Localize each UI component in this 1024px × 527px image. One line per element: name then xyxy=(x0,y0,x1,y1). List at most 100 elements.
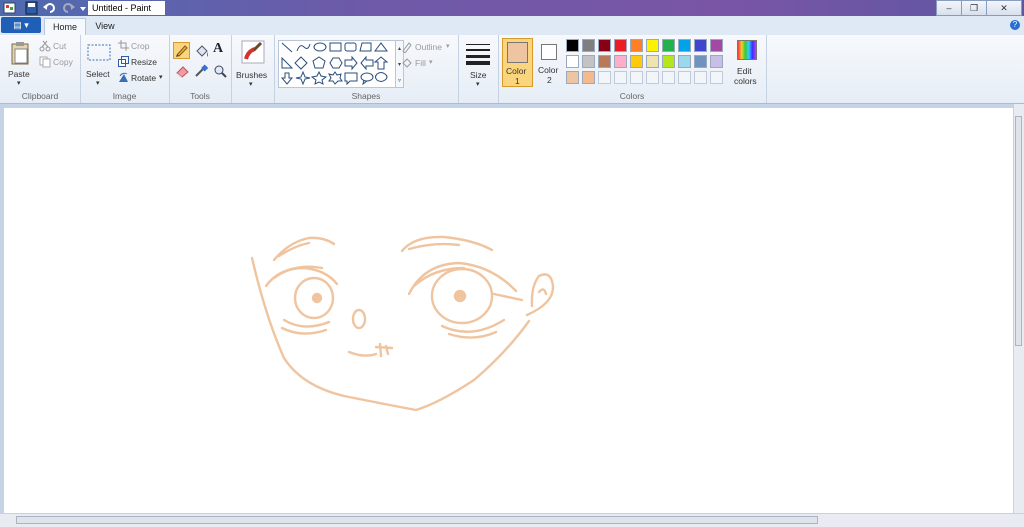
palette-swatch[interactable] xyxy=(566,39,579,52)
redo-icon[interactable] xyxy=(60,1,76,15)
undo-icon[interactable] xyxy=(42,1,58,15)
palette-swatch[interactable] xyxy=(646,55,659,68)
crop-button[interactable]: Crop xyxy=(131,41,149,51)
palette-swatch[interactable] xyxy=(710,39,723,52)
edit-colors-button[interactable]: Edit colors xyxy=(734,38,762,87)
eraser-icon[interactable] xyxy=(175,64,191,78)
outline-dropdown-icon[interactable]: ▾ xyxy=(446,42,450,50)
color2-button[interactable]: Color 2 xyxy=(535,38,563,87)
color1-swatch xyxy=(507,42,528,63)
size-button[interactable]: Size ▾ xyxy=(461,39,495,88)
file-menu-icon: ▤ ▾ xyxy=(13,19,29,30)
tools-group-label: Tools xyxy=(190,91,210,101)
palette-swatch[interactable] xyxy=(582,39,595,52)
image-group: Select ▾ Crop Resize Rotate ▾ Image xyxy=(80,35,170,103)
face-sketch xyxy=(250,235,555,412)
palette-swatch[interactable] xyxy=(598,55,611,68)
pencil-icon xyxy=(176,45,188,57)
select-icon xyxy=(87,44,111,61)
close-button[interactable]: ✕ xyxy=(986,0,1022,16)
palette-swatch[interactable] xyxy=(678,39,691,52)
select-dropdown-icon: ▾ xyxy=(96,80,100,87)
palette-swatch[interactable] xyxy=(614,39,627,52)
palette-swatch[interactable] xyxy=(662,55,675,68)
fill-dropdown-icon[interactable]: ▾ xyxy=(429,58,433,66)
resize-icon[interactable] xyxy=(118,56,129,67)
copy-icon[interactable] xyxy=(39,56,51,68)
file-menu-button[interactable]: ▤ ▾ xyxy=(1,17,41,33)
paste-dropdown-icon: ▾ xyxy=(17,80,21,87)
horizontal-scroll-thumb[interactable] xyxy=(16,516,818,524)
tab-view[interactable]: View xyxy=(88,18,122,35)
clipboard-group-label: Clipboard xyxy=(21,91,59,101)
magnifier-icon[interactable] xyxy=(213,64,227,78)
paste-label: Paste xyxy=(8,69,30,79)
palette-swatch[interactable] xyxy=(694,55,707,68)
cut-button[interactable]: Cut xyxy=(53,41,66,51)
shapes-gallery-icons xyxy=(280,42,389,86)
rotate-dropdown-icon[interactable]: ▾ xyxy=(159,73,163,81)
custom-color-swatch[interactable] xyxy=(598,71,611,84)
palette-swatch[interactable] xyxy=(630,55,643,68)
horizontal-scrollbar[interactable] xyxy=(0,513,1024,527)
palette-swatch[interactable] xyxy=(646,39,659,52)
palette-swatch[interactable] xyxy=(678,55,691,68)
fill-bucket-icon[interactable] xyxy=(194,43,210,59)
save-icon[interactable] xyxy=(24,1,40,15)
custom-color-swatch[interactable] xyxy=(710,71,723,84)
palette-swatch[interactable] xyxy=(582,55,595,68)
crop-icon[interactable] xyxy=(118,40,129,51)
clipboard-icon xyxy=(11,42,29,65)
brushes-group: Brushes ▾ xyxy=(231,35,275,103)
restore-button[interactable]: ❐ xyxy=(961,0,987,16)
palette-swatch[interactable] xyxy=(614,55,627,68)
palette-swatch[interactable] xyxy=(566,55,579,68)
help-icon[interactable]: ? xyxy=(1010,20,1020,30)
custom-color-swatch[interactable] xyxy=(566,71,579,84)
rotate-button[interactable]: Rotate xyxy=(131,73,156,83)
custom-color-swatch[interactable] xyxy=(694,71,707,84)
resize-button[interactable]: Resize xyxy=(131,57,157,67)
cut-icon[interactable] xyxy=(39,40,51,52)
pencil-tool[interactable] xyxy=(173,42,190,59)
custom-color-swatch[interactable] xyxy=(646,71,659,84)
minimize-button[interactable]: – xyxy=(936,0,962,16)
outline-button[interactable]: Outline xyxy=(415,42,442,52)
palette-swatch[interactable] xyxy=(598,39,611,52)
brush-icon xyxy=(241,40,265,64)
paste-button[interactable]: Paste ▾ xyxy=(4,39,36,87)
rotate-icon[interactable] xyxy=(118,72,129,83)
shapes-expand-icon[interactable]: ▿ xyxy=(398,78,401,84)
tab-home[interactable]: Home xyxy=(44,18,86,36)
outline-icon[interactable] xyxy=(401,41,413,53)
color1-number: 1 xyxy=(515,76,520,86)
customize-toolbar-icon[interactable] xyxy=(78,1,88,15)
vertical-scroll-thumb[interactable] xyxy=(1015,116,1022,346)
select-button[interactable]: Select ▾ xyxy=(84,39,114,87)
palette-swatch[interactable] xyxy=(710,55,723,68)
palette-swatch[interactable] xyxy=(630,39,643,52)
custom-color-swatch[interactable] xyxy=(678,71,691,84)
text-tool-icon[interactable]: A xyxy=(213,41,223,57)
custom-color-swatch[interactable] xyxy=(614,71,627,84)
paint-app-icon[interactable] xyxy=(2,1,18,15)
clipboard-group: Paste ▾ Cut Copy Clipboard xyxy=(0,35,81,103)
image-group-label: Image xyxy=(112,91,137,101)
shapes-gallery[interactable] xyxy=(278,40,396,88)
custom-color-swatch[interactable] xyxy=(630,71,643,84)
color1-button[interactable]: Color 1 xyxy=(502,38,533,87)
palette-swatch[interactable] xyxy=(662,39,675,52)
custom-color-swatch[interactable] xyxy=(582,71,595,84)
palette-swatch[interactable] xyxy=(694,39,707,52)
custom-color-swatch[interactable] xyxy=(662,71,675,84)
color2-label: Color xyxy=(538,65,559,75)
copy-button[interactable]: Copy xyxy=(53,57,73,67)
color2-number: 2 xyxy=(547,75,552,85)
brushes-button[interactable]: Brushes ▾ xyxy=(233,39,273,88)
fill-icon[interactable] xyxy=(401,57,413,69)
vertical-scrollbar[interactable] xyxy=(1013,104,1024,514)
fill-button[interactable]: Fill xyxy=(415,58,426,68)
color1-label: Color xyxy=(506,66,527,76)
drawing-canvas[interactable] xyxy=(4,108,1014,514)
color-picker-icon[interactable] xyxy=(194,64,208,78)
